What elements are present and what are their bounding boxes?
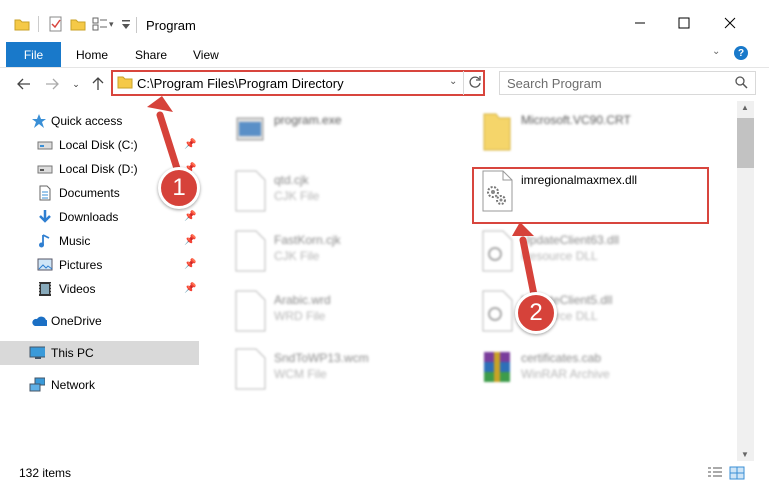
step-badge-2: 2 <box>515 292 557 334</box>
annotation-arrows <box>147 96 539 304</box>
step-badge-1: 1 <box>158 167 200 209</box>
step-number: 1 <box>172 174 186 201</box>
explorer-window: ▾ Program File Home Share View ⌄ ? ⌄ C:\… <box>0 0 769 497</box>
step-number: 2 <box>529 299 543 326</box>
